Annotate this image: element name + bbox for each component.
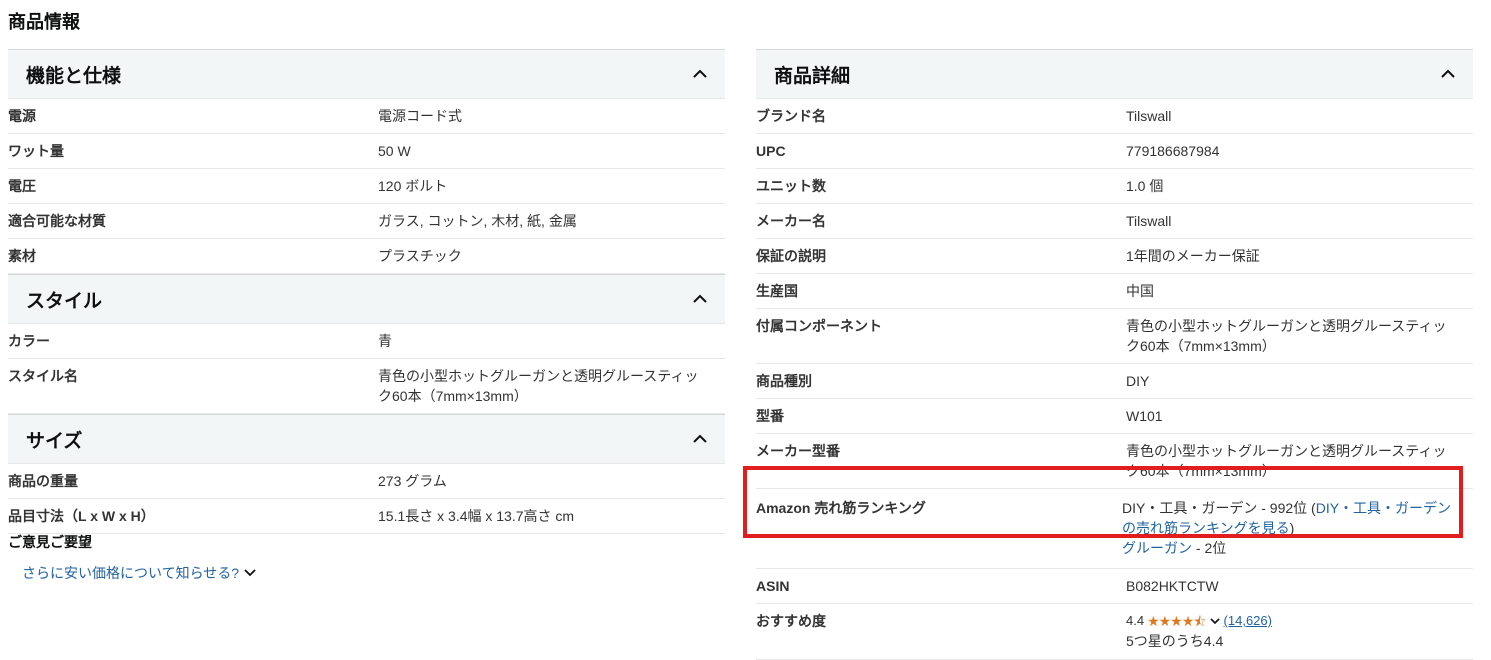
chevron-down-icon[interactable] bbox=[1209, 615, 1221, 627]
row-key: Amazon 売れ筋ランキング bbox=[756, 500, 926, 516]
price-alert-link[interactable]: さらに安い価格について知らせる? bbox=[22, 563, 257, 583]
row-value: ガラス, コットン, 木材, 紙, 金属 bbox=[378, 213, 577, 229]
row-key: 生産国 bbox=[756, 283, 798, 299]
row-key: おすすめ度 bbox=[756, 613, 826, 629]
ranking-sub-link[interactable]: グルーガン bbox=[1122, 540, 1192, 556]
row-value: DIY bbox=[1126, 373, 1150, 389]
table-row: ワット量 50 W bbox=[8, 134, 725, 169]
row-key: 素材 bbox=[8, 248, 36, 264]
row-key: 品目寸法（L x W x H） bbox=[8, 508, 155, 524]
table-row: スタイル名 青色の小型ホットグルーガンと透明グルースティック60本（7mm×13m… bbox=[8, 359, 725, 414]
chevron-up-icon[interactable] bbox=[691, 290, 709, 308]
table-row: メーカー名 Tilswall bbox=[756, 204, 1473, 239]
row-key: ユニット数 bbox=[756, 178, 826, 194]
row-value: 青 bbox=[378, 333, 392, 349]
row-key: 電圧 bbox=[8, 178, 36, 194]
row-value: W101 bbox=[1126, 408, 1163, 424]
table-row: 型番 W101 bbox=[756, 399, 1473, 434]
left-column: 機能と仕様 電源 電源コード式 ワット量 50 W 電圧 120 ボルト 適合可能な材… bbox=[8, 49, 725, 534]
table-row: 保証の説明 1年間のメーカー保証 bbox=[756, 239, 1473, 274]
section-header-style[interactable]: スタイル bbox=[8, 274, 725, 324]
rating-score: 4.4 bbox=[1126, 613, 1145, 628]
table-row: 電源 電源コード式 bbox=[8, 99, 725, 134]
table-row: 電圧 120 ボルト bbox=[8, 169, 725, 204]
row-value: 青色の小型ホットグルーガンと透明グルースティック60本（7mm×13mm） bbox=[1126, 443, 1447, 479]
row-value: 120 ボルト bbox=[378, 178, 448, 194]
row-value: 50 W bbox=[378, 143, 411, 159]
rating-count-link[interactable]: (14,626) bbox=[1224, 611, 1272, 631]
row-key: 適合可能な材質 bbox=[8, 213, 106, 229]
row-value: 1年間のメーカー保証 bbox=[1126, 248, 1260, 264]
row-key: UPC bbox=[756, 143, 786, 159]
section-title: 商品詳細 bbox=[774, 65, 851, 87]
row-key: 付属コンポーネント bbox=[756, 318, 882, 334]
row-key: ASIN bbox=[756, 578, 790, 594]
feedback-title: ご意見ご要望 bbox=[8, 534, 92, 550]
row-value: Tilswall bbox=[1126, 213, 1172, 229]
chevron-down-icon[interactable] bbox=[243, 566, 257, 580]
chevron-up-icon[interactable] bbox=[691, 65, 709, 83]
row-key: 電源 bbox=[8, 108, 36, 124]
row-value: 電源コード式 bbox=[378, 108, 462, 124]
row-key: 型番 bbox=[756, 408, 784, 424]
table-row: 生産国 中国 bbox=[756, 274, 1473, 309]
table-row: 適合可能な材質 ガラス, コットン, 木材, 紙, 金属 bbox=[8, 204, 725, 239]
table-row: ユニット数 1.0 個 bbox=[756, 169, 1473, 204]
ranking-row: Amazon 売れ筋ランキング DIY・工具・ガーデン - 992位 (DIY・… bbox=[756, 489, 1473, 569]
row-value: プラスチック bbox=[378, 248, 462, 264]
row-key: カラー bbox=[8, 333, 50, 349]
row-key: ワット量 bbox=[8, 143, 64, 159]
page-title: 商品情報 bbox=[8, 12, 80, 32]
row-value: 青色の小型ホットグルーガンと透明グルースティック60本（7mm×13mm） bbox=[378, 368, 699, 404]
table-row: 品目寸法（L x W x H） 15.1長さ x 3.4幅 x 13.7高さ cm bbox=[8, 499, 725, 534]
chevron-up-icon[interactable] bbox=[691, 430, 709, 448]
row-key: 保証の説明 bbox=[756, 248, 826, 264]
section-title: スタイル bbox=[26, 290, 103, 312]
table-row: 商品の重量 273 グラム bbox=[8, 464, 725, 499]
row-key: メーカー名 bbox=[756, 213, 826, 229]
row-key: 商品の重量 bbox=[8, 473, 78, 489]
star-rating-icon[interactable]: ★★★★⯪ bbox=[1147, 611, 1206, 631]
rating-text: 5つ星のうち4.4 bbox=[1126, 633, 1224, 649]
right-column: 商品詳細 ブランド名 Tilswall UPC 779186687984 ユニット数… bbox=[756, 49, 1473, 660]
table-row: UPC 779186687984 bbox=[756, 134, 1473, 169]
section-header-details[interactable]: 商品詳細 bbox=[756, 49, 1473, 99]
row-value: Tilswall bbox=[1126, 108, 1172, 124]
row-value: 中国 bbox=[1126, 283, 1154, 299]
row-value: B082HKTCTW bbox=[1126, 578, 1219, 594]
ranking-value: DIY・工具・ガーデン - 992位 (DIY・工具・ガーデンの売れ筋ランキング… bbox=[1122, 498, 1473, 558]
table-row: 付属コンポーネント 青色の小型ホットグルーガンと透明グルースティック60本（7mm… bbox=[756, 309, 1473, 364]
table-row: ASIN B082HKTCTW bbox=[756, 569, 1473, 604]
chevron-up-icon[interactable] bbox=[1439, 65, 1457, 83]
row-value: 779186687984 bbox=[1126, 143, 1220, 159]
rating-row: おすすめ度 4.4 ★★★★⯪ (14,626) 5つ星のうち4.4 bbox=[756, 604, 1473, 660]
row-value: 15.1長さ x 3.4幅 x 13.7高さ cm bbox=[378, 508, 575, 524]
table-row: 素材 プラスチック bbox=[8, 239, 725, 274]
features-table: 電源 電源コード式 ワット量 50 W 電圧 120 ボルト 適合可能な材質 ガラス, … bbox=[8, 99, 725, 274]
price-alert-label[interactable]: さらに安い価格について知らせる? bbox=[22, 563, 239, 583]
section-title: サイズ bbox=[26, 430, 83, 452]
row-key: 商品種別 bbox=[756, 373, 812, 389]
section-title: 機能と仕様 bbox=[26, 65, 122, 87]
row-value: 273 グラム bbox=[378, 473, 447, 489]
row-value: 青色の小型ホットグルーガンと透明グルースティック60本（7mm×13mm） bbox=[1126, 318, 1447, 354]
table-row: 商品種別 DIY bbox=[756, 364, 1473, 399]
row-key: スタイル名 bbox=[8, 368, 78, 384]
table-row: カラー 青 bbox=[8, 324, 725, 359]
ranking-sub-rank: - 2位 bbox=[1192, 540, 1227, 556]
section-header-size[interactable]: サイズ bbox=[8, 414, 725, 464]
table-row: メーカー型番 青色の小型ホットグルーガンと透明グルースティック60本（7mm×13… bbox=[756, 434, 1473, 489]
row-key: メーカー型番 bbox=[756, 443, 840, 459]
style-table: カラー 青 スタイル名 青色の小型ホットグルーガンと透明グルースティック60本（7m… bbox=[8, 324, 725, 414]
ranking-suffix: ) bbox=[1289, 520, 1295, 536]
section-header-features[interactable]: 機能と仕様 bbox=[8, 49, 725, 99]
row-key: ブランド名 bbox=[756, 108, 826, 124]
size-table: 商品の重量 273 グラム 品目寸法（L x W x H） 15.1長さ x 3.4… bbox=[8, 464, 725, 534]
details-table: ブランド名 Tilswall UPC 779186687984 ユニット数 1.0 個… bbox=[756, 99, 1473, 660]
row-value: 1.0 個 bbox=[1126, 178, 1164, 194]
table-row: ブランド名 Tilswall bbox=[756, 99, 1473, 134]
ranking-category-text: DIY・工具・ガーデン - 992位 ( bbox=[1122, 500, 1316, 516]
rating-value: 4.4 ★★★★⯪ (14,626) 5つ星のうち4.4 bbox=[1126, 611, 1473, 651]
